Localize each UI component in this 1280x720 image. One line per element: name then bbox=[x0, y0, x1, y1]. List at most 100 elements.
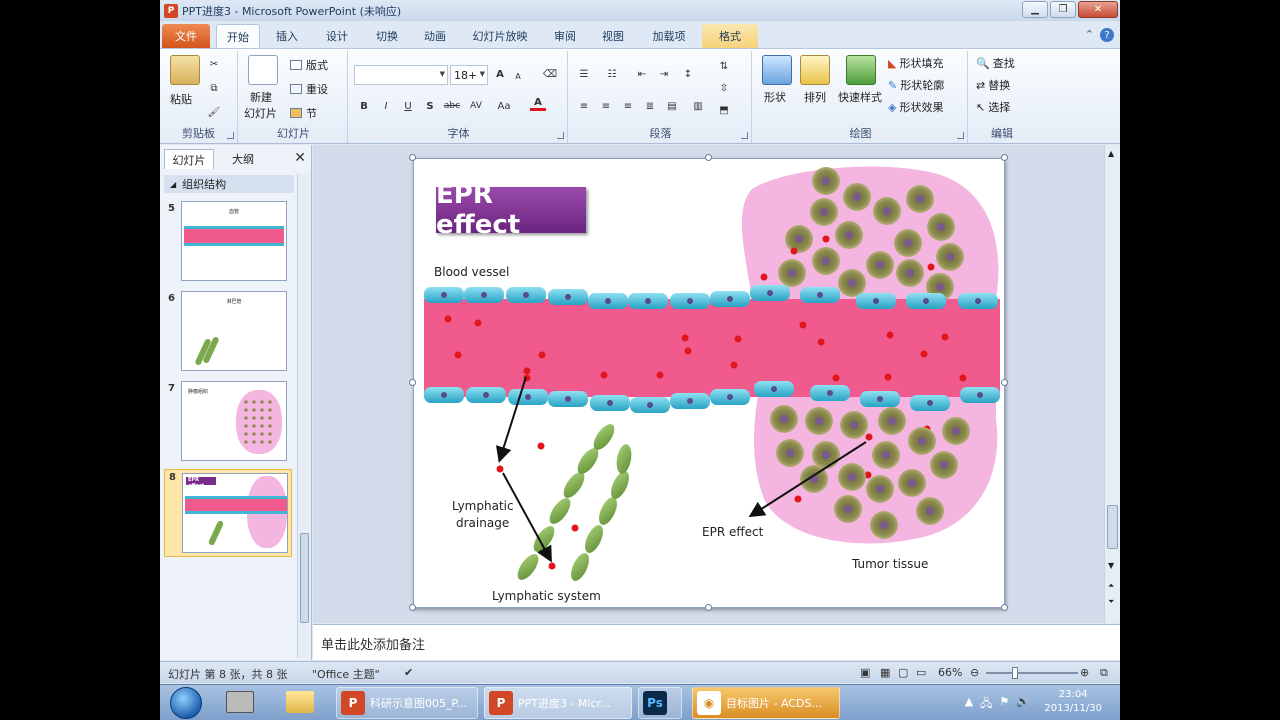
label-lymphatic-system[interactable]: Lymphatic system bbox=[492, 589, 601, 603]
zoom-out-icon[interactable]: ⊖ bbox=[970, 666, 979, 679]
tab-design[interactable]: 设计 bbox=[316, 24, 358, 48]
shape-outline-button[interactable]: ✎ 形状轮廓 bbox=[888, 77, 944, 93]
new-slide-icon[interactable] bbox=[248, 55, 278, 85]
taskbar-button[interactable]: Ps bbox=[638, 687, 682, 719]
reset-button[interactable]: 重设 bbox=[290, 81, 328, 97]
shapes-icon[interactable] bbox=[762, 55, 792, 85]
arrange-button[interactable]: 排列 bbox=[804, 89, 826, 105]
label-lymphatic-1[interactable]: Lymphatic bbox=[452, 499, 514, 513]
slideshow-view-icon[interactable]: ▭ bbox=[916, 666, 926, 679]
font-size-combo[interactable]: 18+ ▼ bbox=[450, 65, 488, 85]
justify-icon[interactable]: ≣ bbox=[642, 99, 658, 113]
clipboard-launcher-icon[interactable] bbox=[227, 132, 234, 139]
resize-handle[interactable] bbox=[409, 379, 416, 386]
fit-window-icon[interactable]: ⧉ bbox=[1100, 666, 1108, 680]
change-case-button[interactable]: Aa bbox=[496, 99, 512, 113]
layout-button[interactable]: 版式 bbox=[290, 57, 328, 73]
next-slide-icon[interactable]: ⏷ bbox=[1108, 597, 1114, 607]
shape-fill-button[interactable]: ◣ 形状填充 bbox=[888, 55, 943, 71]
font-color-button[interactable]: A bbox=[530, 97, 546, 111]
theme-name[interactable]: "Office 主题" bbox=[312, 666, 380, 682]
tray-expand-icon[interactable]: ▲ bbox=[965, 695, 973, 714]
scrollbar-thumb[interactable] bbox=[300, 533, 309, 623]
tab-slideshow[interactable]: 幻灯片放映 bbox=[464, 24, 536, 48]
find-button[interactable]: 🔍 查找 bbox=[976, 55, 1015, 71]
strikethrough-button[interactable]: abc bbox=[444, 99, 460, 113]
resize-handle[interactable] bbox=[1001, 379, 1008, 386]
start-button[interactable] bbox=[170, 687, 202, 719]
section-header[interactable]: ◢ 组织结构 bbox=[164, 175, 294, 193]
restore-button[interactable]: ❐ bbox=[1050, 1, 1076, 18]
decrease-indent-icon[interactable]: ⇤ bbox=[634, 67, 650, 81]
zoom-level[interactable]: 66% bbox=[938, 666, 962, 679]
close-icon[interactable]: ✕ bbox=[294, 150, 306, 166]
clear-format-icon[interactable]: ⌫ bbox=[542, 67, 558, 81]
new-slide-label-1[interactable]: 新建 bbox=[250, 89, 272, 105]
collapse-ribbon-icon[interactable]: ⌃ bbox=[1085, 28, 1094, 42]
underline-button[interactable]: U bbox=[400, 99, 416, 113]
slide-thumb-6[interactable]: 6 淋巴管 bbox=[164, 291, 292, 375]
increase-indent-icon[interactable]: ⇥ bbox=[656, 67, 672, 81]
paste-button[interactable]: 粘贴 bbox=[170, 91, 192, 107]
resize-handle[interactable] bbox=[1001, 604, 1008, 611]
app-manager-icon[interactable] bbox=[226, 691, 254, 713]
tab-addins[interactable]: 加载项 bbox=[642, 24, 696, 48]
slide-title[interactable]: EPR effect bbox=[436, 180, 586, 240]
reading-view-icon[interactable]: ▢ bbox=[898, 666, 908, 679]
notes-pane[interactable]: 单击此处添加备注 bbox=[313, 624, 1120, 660]
paragraph-launcher-icon[interactable] bbox=[741, 132, 748, 139]
numbering-icon[interactable]: ☷ bbox=[604, 67, 620, 81]
label-blood-vessel[interactable]: Blood vessel bbox=[434, 265, 509, 279]
resize-handle[interactable] bbox=[409, 154, 416, 161]
resize-handle[interactable] bbox=[1001, 154, 1008, 161]
scrollbar-thumb[interactable] bbox=[1107, 505, 1118, 549]
tab-transitions[interactable]: 切换 bbox=[366, 24, 408, 48]
network-icon[interactable]: 🖧 bbox=[980, 695, 992, 714]
shadow-button[interactable]: S bbox=[422, 99, 438, 113]
close-button[interactable]: ✕ bbox=[1078, 1, 1118, 18]
taskbar-button[interactable]: P 科研示意图005_P... bbox=[336, 687, 478, 719]
tab-home[interactable]: 开始 bbox=[216, 24, 260, 48]
arrange-icon[interactable] bbox=[800, 55, 830, 85]
paste-icon[interactable] bbox=[170, 55, 200, 85]
thumbnail-scrollbar[interactable] bbox=[297, 173, 311, 658]
grow-font-button[interactable]: A bbox=[492, 67, 508, 81]
label-lymphatic-2[interactable]: drainage bbox=[456, 516, 509, 530]
font-name-combo[interactable]: ▼ bbox=[354, 65, 448, 85]
resize-handle[interactable] bbox=[705, 604, 712, 611]
copy-icon[interactable]: ⧉ bbox=[206, 81, 222, 95]
font-launcher-icon[interactable] bbox=[557, 132, 564, 139]
clock[interactable]: 23:04 2013/11/30 bbox=[1044, 688, 1102, 716]
folder-icon[interactable] bbox=[286, 691, 314, 713]
shrink-font-button[interactable]: A bbox=[510, 69, 526, 83]
tab-insert[interactable]: 插入 bbox=[266, 24, 308, 48]
taskbar-button-active[interactable]: P PPT进度3 - Micr... bbox=[484, 687, 632, 719]
section-button[interactable]: 节 bbox=[290, 105, 317, 121]
powerpoint-icon[interactable]: P bbox=[164, 3, 178, 18]
align-center-icon[interactable]: ≡ bbox=[598, 99, 614, 113]
new-slide-label-2[interactable]: 幻灯片 bbox=[244, 105, 277, 121]
tab-file[interactable]: 文件 bbox=[162, 24, 210, 48]
format-painter-icon[interactable]: 🖌 bbox=[206, 105, 222, 119]
spellcheck-icon[interactable]: ✔ bbox=[404, 666, 413, 679]
taskbar-button[interactable]: ◉ 目标图片 - ACDS... bbox=[692, 687, 840, 719]
tab-animations[interactable]: 动画 bbox=[414, 24, 456, 48]
tab-review[interactable]: 审阅 bbox=[544, 24, 586, 48]
replace-button[interactable]: ⇄ 替换 bbox=[976, 77, 1010, 93]
label-epr-effect[interactable]: EPR effect bbox=[702, 525, 763, 539]
zoom-slider-thumb[interactable] bbox=[1012, 667, 1018, 679]
zoom-slider[interactable] bbox=[986, 667, 1078, 679]
align-right-icon[interactable]: ≡ bbox=[620, 99, 636, 113]
tab-outline[interactable]: 大纲 bbox=[218, 149, 268, 169]
slide-thumb-5[interactable]: 5 血管 bbox=[164, 201, 292, 285]
line-spacing-icon[interactable]: ↕ bbox=[680, 67, 696, 81]
select-button[interactable]: ↖ 选择 bbox=[976, 99, 1010, 115]
distribute-icon[interactable]: ▤ bbox=[664, 99, 680, 113]
resize-handle[interactable] bbox=[409, 604, 416, 611]
cut-icon[interactable]: ✂ bbox=[206, 57, 222, 71]
align-text-icon[interactable]: ⇳ bbox=[716, 81, 732, 95]
help-icon[interactable]: ? bbox=[1100, 28, 1114, 42]
prev-slide-icon[interactable]: ⏶ bbox=[1108, 581, 1114, 591]
text-direction-icon[interactable]: ⇅ bbox=[716, 59, 732, 73]
normal-view-icon[interactable]: ▣ bbox=[860, 666, 870, 679]
